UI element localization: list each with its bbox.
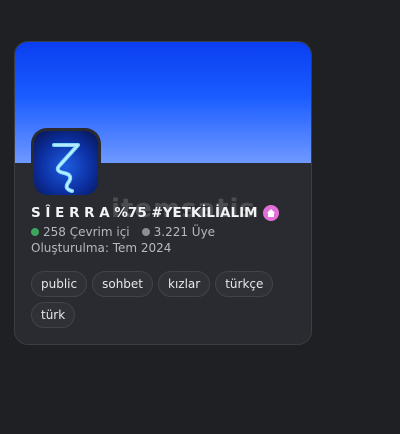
tag-kizlar[interactable]: kızlar: [158, 271, 211, 297]
member-count: 3.221 Üye: [153, 225, 216, 239]
server-info: S Î E R R A %75 #YETKİLİALIM 258 Çevrim …: [31, 205, 297, 255]
title-row: S Î E R R A %75 #YETKİLİALIM: [31, 205, 297, 221]
tag-turkce[interactable]: türkçe: [215, 271, 274, 297]
house-icon: [262, 205, 279, 221]
server-card[interactable]: itemsatis S Î E R R A %75 #YETKİLİALIM 2…: [14, 41, 312, 345]
serpent-z-icon: [52, 143, 80, 193]
tag-public[interactable]: public: [31, 271, 88, 297]
members-dot-icon: [141, 228, 150, 236]
server-avatar: [34, 131, 98, 195]
server-name: S Î E R R A %75 #YETKİLİALIM: [31, 205, 258, 221]
online-count: 258 Çevrim içi: [43, 225, 130, 239]
created-date: Oluşturulma: Tem 2024: [31, 241, 172, 255]
server-avatar-frame: [31, 128, 101, 198]
server-stats: 258 Çevrim içi 3.221 Üye: [31, 225, 297, 239]
tag-list: public sohbet kızlar türkçe türk: [31, 271, 301, 328]
tag-turk[interactable]: türk: [31, 302, 76, 328]
tag-sohbet[interactable]: sohbet: [92, 271, 154, 297]
online-dot-icon: [31, 228, 39, 236]
